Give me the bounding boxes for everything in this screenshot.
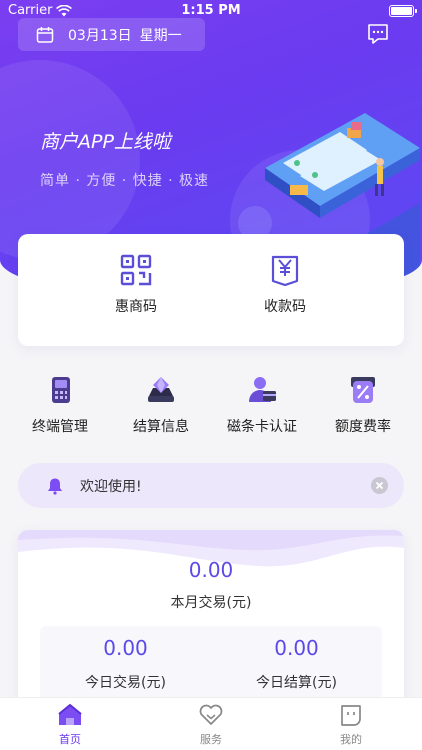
magstripe-auth-button[interactable]: 磁条卡认证 — [212, 374, 312, 436]
receive-code-button[interactable]: 收款码 — [225, 254, 345, 316]
banner-subtitle: 简单 · 方便 · 快捷 · 极速 — [40, 173, 210, 189]
settlement-info-button[interactable]: 结算信息 — [111, 374, 211, 436]
code-label: 收款码 — [264, 299, 306, 315]
today-settle-value: 0.00 — [274, 636, 319, 660]
tab-label: 我的 — [340, 733, 362, 746]
tab-label: 服务 — [200, 733, 222, 746]
tab-service[interactable]: 服务 — [171, 703, 251, 747]
home-icon — [58, 703, 82, 725]
month-trade-value: 0.00 — [188, 558, 234, 582]
huishang-code-button[interactable]: 惠商码 — [76, 254, 196, 316]
month-trade-label: 本月交易(元) — [170, 595, 252, 611]
today-settle-label: 今日结算(元) — [256, 675, 337, 691]
banner-title: 商户APP上线啦 — [40, 131, 171, 153]
tab-home[interactable]: 首页 — [30, 703, 110, 747]
notice-text: 欢迎使用! — [80, 478, 142, 495]
notice-bar[interactable]: 欢迎使用! — [18, 463, 404, 508]
function-label: 结算信息 — [133, 419, 189, 435]
function-label: 磁条卡认证 — [227, 419, 297, 435]
codes-card: 惠商码 收款码 — [18, 234, 404, 346]
profile-icon — [341, 705, 361, 726]
today-settle-stat: 0.00 今日结算(元) — [211, 636, 382, 692]
date-text: 03月13日 — [68, 27, 132, 44]
qr-code-icon — [120, 254, 152, 286]
calendar-icon — [36, 26, 54, 43]
tab-mine[interactable]: 我的 — [311, 703, 391, 747]
function-label: 额度费率 — [335, 419, 391, 435]
code-label: 惠商码 — [115, 299, 157, 315]
date-selector[interactable]: 03月13日 星期一 — [18, 18, 205, 51]
pos-terminal-icon — [52, 377, 70, 403]
function-label: 终端管理 — [32, 419, 88, 435]
tab-label: 首页 — [59, 733, 81, 746]
weekday-text: 星期一 — [139, 27, 182, 44]
heart-icon — [199, 704, 223, 725]
today-trade-label: 今日交易(元) — [85, 675, 166, 691]
close-icon[interactable] — [371, 477, 388, 494]
user-card-icon — [249, 377, 276, 402]
settlement-diamond-icon — [148, 377, 174, 402]
status-time: 1:15 PM — [181, 3, 241, 18]
today-trade-stat: 0.00 今日交易(元) — [40, 636, 211, 692]
quota-rate-button[interactable]: 额度费率 — [313, 374, 413, 436]
percent-rate-icon — [351, 377, 375, 403]
terminal-management-button[interactable]: 终端管理 — [10, 374, 110, 436]
message-icon[interactable] — [366, 22, 390, 46]
function-grid: 终端管理 结算信息 磁条卡认证 额度费率 — [0, 374, 422, 444]
battery-icon — [389, 5, 417, 17]
tab-bar: 首页 服务 我的 — [0, 697, 422, 750]
bell-icon — [48, 478, 62, 495]
yen-receipt-icon — [271, 255, 299, 286]
today-trade-value: 0.00 — [103, 636, 148, 660]
